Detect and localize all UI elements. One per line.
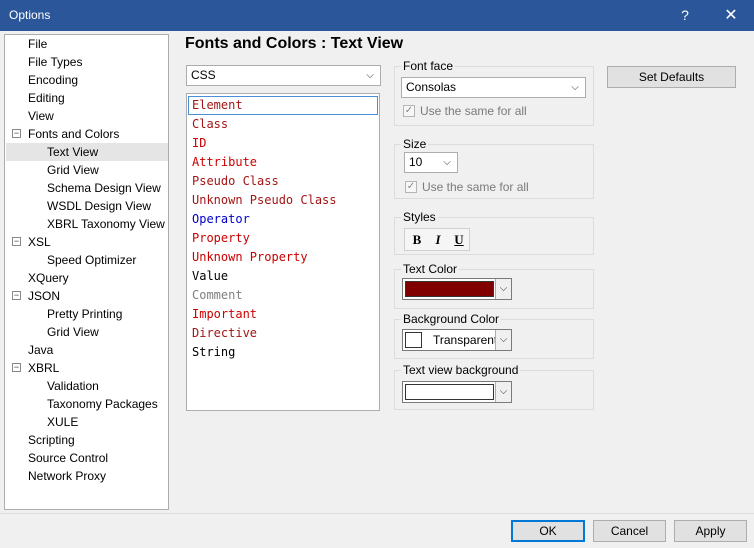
font-face-label: Font face	[401, 59, 456, 73]
close-button[interactable]: ✕	[708, 0, 754, 31]
tree-item-xsl[interactable]: XSL	[28, 233, 51, 251]
text-view-background-picker[interactable]: ⌵	[402, 381, 512, 403]
tree-item-taxonomy-packages[interactable]: Taxonomy Packages	[47, 395, 158, 413]
list-item-property[interactable]: Property	[188, 229, 378, 248]
font-face-select[interactable]: Consolas ⌵	[401, 77, 586, 98]
size-same-for-all-checkbox[interactable]: ✓ Use the same for all	[405, 179, 585, 195]
list-item-element[interactable]: Element	[188, 96, 378, 115]
tree-item-wsdl-design-view[interactable]: WSDL Design View	[47, 197, 151, 215]
collapse-json-icon[interactable]: −	[12, 291, 21, 300]
chevron-down-icon: ⌵	[495, 382, 511, 402]
apply-button[interactable]: Apply	[674, 520, 747, 542]
set-defaults-button[interactable]: Set Defaults	[607, 66, 736, 88]
font-face-value: Consolas	[406, 80, 457, 94]
tree-item-source-control[interactable]: Source Control	[28, 449, 108, 467]
list-item-pseudo-class[interactable]: Pseudo Class	[188, 172, 378, 191]
transparent-swatch	[405, 332, 422, 348]
options-tree: File File Types Encoding Editing View − …	[4, 34, 169, 510]
tree-item-pretty-printing[interactable]: Pretty Printing	[47, 305, 122, 323]
tree-item-network-proxy[interactable]: Network Proxy	[28, 467, 106, 485]
collapse-xsl-icon[interactable]: −	[12, 237, 21, 246]
tree-item-xule[interactable]: XULE	[47, 413, 78, 431]
list-item-operator[interactable]: Operator	[188, 210, 378, 229]
italic-button[interactable]: I	[428, 231, 448, 249]
tree-item-json-grid-view[interactable]: Grid View	[47, 323, 99, 341]
list-item-comment[interactable]: Comment	[188, 286, 378, 305]
chevron-down-icon: ⌵	[366, 70, 374, 81]
collapse-fonts-colors-icon[interactable]: −	[12, 129, 21, 138]
font-same-for-all-checkbox[interactable]: ✓ Use the same for all	[403, 103, 583, 119]
checkbox-checked-icon: ✓	[405, 181, 417, 193]
language-select-value: CSS	[191, 68, 216, 82]
text-color-picker[interactable]: ⌵	[402, 278, 512, 300]
tree-item-validation[interactable]: Validation	[47, 377, 99, 395]
page-title: Fonts and Colors : Text View	[185, 35, 404, 52]
title-bar: Options ? ✕	[0, 0, 754, 31]
tree-item-file-types[interactable]: File Types	[28, 53, 82, 71]
list-item-directive[interactable]: Directive	[188, 324, 378, 343]
list-item-unknown-pseudo-class[interactable]: Unknown Pseudo Class	[188, 191, 378, 210]
tree-item-xbrl[interactable]: XBRL	[28, 359, 59, 377]
list-item-string[interactable]: String	[188, 343, 378, 362]
style-toolbar: B I U	[404, 228, 470, 251]
language-select[interactable]: CSS ⌵	[186, 65, 381, 86]
tree-item-scripting[interactable]: Scripting	[28, 431, 75, 449]
size-select[interactable]: 10 ⌵	[404, 152, 458, 173]
tree-item-speed-optimizer[interactable]: Speed Optimizer	[47, 251, 136, 269]
tree-item-file[interactable]: File	[28, 35, 47, 53]
list-item-unknown-property[interactable]: Unknown Property	[188, 248, 378, 267]
tree-item-schema-design-view[interactable]: Schema Design View	[47, 179, 161, 197]
background-color-value: Transparent	[433, 333, 498, 347]
list-item-value[interactable]: Value	[188, 267, 378, 286]
size-same-for-all-label: Use the same for all	[422, 180, 529, 194]
text-color-label: Text Color	[401, 262, 460, 276]
tree-item-xbrl-taxonomy-view[interactable]: XBRL Taxonomy View	[47, 215, 165, 233]
size-value: 10	[409, 155, 423, 169]
list-item-id[interactable]: ID	[188, 134, 378, 153]
bold-button[interactable]: B	[407, 231, 427, 249]
tree-item-editing[interactable]: Editing	[28, 89, 65, 107]
tree-item-fonts-and-colors[interactable]: Fonts and Colors	[28, 125, 119, 143]
cancel-button[interactable]: Cancel	[593, 520, 666, 542]
chevron-down-icon: ⌵	[495, 330, 511, 350]
tree-item-java[interactable]: Java	[28, 341, 53, 359]
list-item-class[interactable]: Class	[188, 115, 378, 134]
checkbox-checked-icon: ✓	[403, 105, 415, 117]
chevron-down-icon: ⌵	[571, 82, 579, 93]
tree-item-xquery[interactable]: XQuery	[28, 269, 69, 287]
tree-item-grid-view[interactable]: Grid View	[47, 161, 99, 179]
chevron-down-icon: ⌵	[495, 279, 511, 299]
text-view-background-label: Text view background	[401, 363, 521, 377]
background-color-label: Background Color	[401, 312, 502, 326]
tree-item-text-view[interactable]: Text View	[6, 143, 168, 161]
font-same-for-all-label: Use the same for all	[420, 104, 527, 118]
list-item-attribute[interactable]: Attribute	[188, 153, 378, 172]
text-view-background-swatch	[405, 384, 494, 400]
styles-label: Styles	[401, 210, 438, 224]
text-color-swatch	[405, 281, 494, 297]
size-label: Size	[401, 137, 429, 151]
background-color-picker[interactable]: Transparent ⌵	[402, 329, 512, 351]
element-list[interactable]: Element Class ID Attribute Pseudo Class …	[186, 93, 380, 411]
tree-item-view[interactable]: View	[28, 107, 54, 125]
underline-button[interactable]: U	[449, 231, 469, 249]
ok-button[interactable]: OK	[511, 520, 585, 542]
help-button[interactable]: ?	[662, 0, 708, 31]
tree-item-encoding[interactable]: Encoding	[28, 71, 78, 89]
list-item-important[interactable]: Important	[188, 305, 378, 324]
collapse-xbrl-icon[interactable]: −	[12, 363, 21, 372]
chevron-down-icon: ⌵	[443, 157, 451, 168]
tree-item-json[interactable]: JSON	[28, 287, 60, 305]
window-title: Options	[9, 8, 51, 22]
